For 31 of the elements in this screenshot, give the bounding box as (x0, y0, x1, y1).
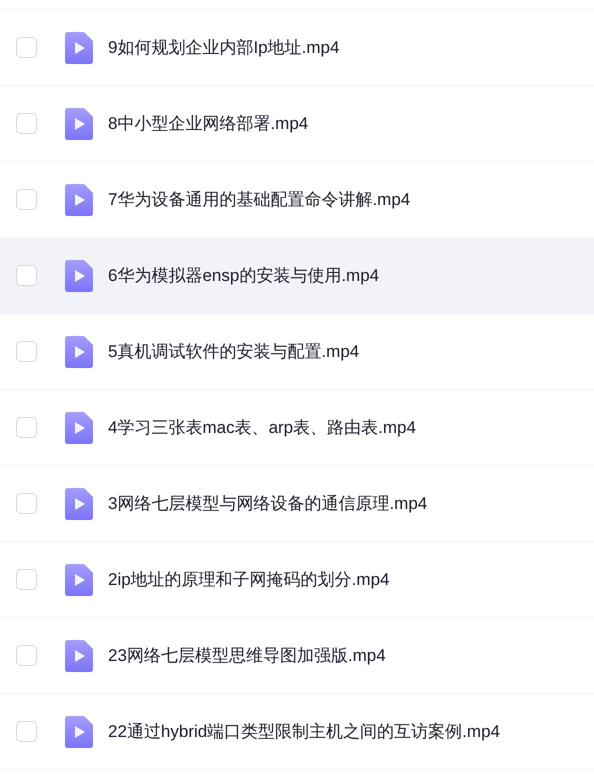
video-file-icon (65, 260, 93, 292)
video-file-icon (65, 716, 93, 748)
video-file-icon (65, 488, 93, 520)
file-name: 6华为模拟器ensp的安装与使用.mp4 (108, 264, 380, 287)
checkbox[interactable] (16, 569, 37, 590)
file-name: 9如何规划企业内部Ip地址.mp4 (108, 36, 340, 59)
video-file-icon (65, 184, 93, 216)
file-name: 2ip地址的原理和子网掩码的划分.mp4 (108, 568, 390, 591)
video-file-icon (65, 108, 93, 140)
file-name: 22通过hybrid端口类型限制主机之间的互访案例.mp4 (108, 720, 500, 743)
file-name: 23网络七层模型思维导图加强版.mp4 (108, 644, 386, 667)
checkbox[interactable] (16, 189, 37, 210)
checkbox[interactable] (16, 113, 37, 134)
checkbox[interactable] (16, 341, 37, 362)
video-file-icon (65, 640, 93, 672)
checkbox[interactable] (16, 493, 37, 514)
checkbox[interactable] (16, 37, 37, 58)
video-file-icon (65, 412, 93, 444)
file-name: 3网络七层模型与网络设备的通信原理.mp4 (108, 492, 428, 515)
file-name: 4学习三张表mac表、arp表、路由表.mp4 (108, 416, 416, 439)
file-row[interactable]: 6华为模拟器ensp的安装与使用.mp4 (0, 238, 594, 314)
file-name: 8中小型企业网络部署.mp4 (108, 112, 308, 135)
checkbox[interactable] (16, 265, 37, 286)
file-name: 5真机调试软件的安装与配置.mp4 (108, 340, 360, 363)
checkbox[interactable] (16, 645, 37, 666)
file-name: 7华为设备通用的基础配置命令讲解.mp4 (108, 188, 410, 211)
video-file-icon (65, 336, 93, 368)
checkbox[interactable] (16, 721, 37, 742)
video-file-icon (65, 32, 93, 64)
checkbox[interactable] (16, 417, 37, 438)
video-file-icon (65, 564, 93, 596)
